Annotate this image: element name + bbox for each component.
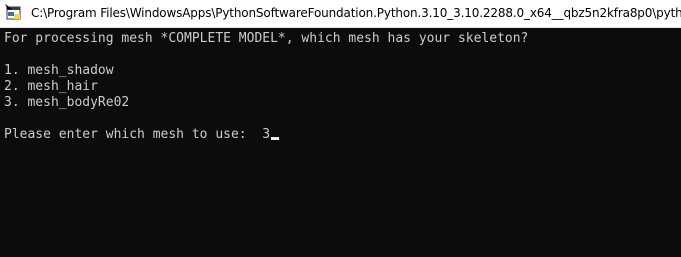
python-icon	[5, 4, 23, 22]
input-line[interactable]: Please enter which mesh to use: 3	[4, 127, 280, 143]
console-window: C:\Program Files\WindowsApps\PythonSoftw…	[0, 0, 681, 257]
text-cursor	[271, 137, 280, 140]
mesh-option-1: 1. mesh_shadow	[4, 63, 114, 78]
prompt-question: For processing mesh *COMPLETE MODEL*, wh…	[4, 31, 529, 46]
input-prompt-label: Please enter which mesh to use:	[4, 127, 263, 142]
console-output[interactable]: For processing mesh *COMPLETE MODEL*, wh…	[0, 28, 681, 257]
mesh-option-3: 3. mesh_bodyRe02	[4, 95, 130, 110]
input-value[interactable]: 3	[262, 127, 270, 142]
mesh-option-2: 2. mesh_hair	[4, 79, 98, 94]
window-title: C:\Program Files\WindowsApps\PythonSoftw…	[31, 6, 681, 20]
title-bar[interactable]: C:\Program Files\WindowsApps\PythonSoftw…	[0, 0, 681, 28]
